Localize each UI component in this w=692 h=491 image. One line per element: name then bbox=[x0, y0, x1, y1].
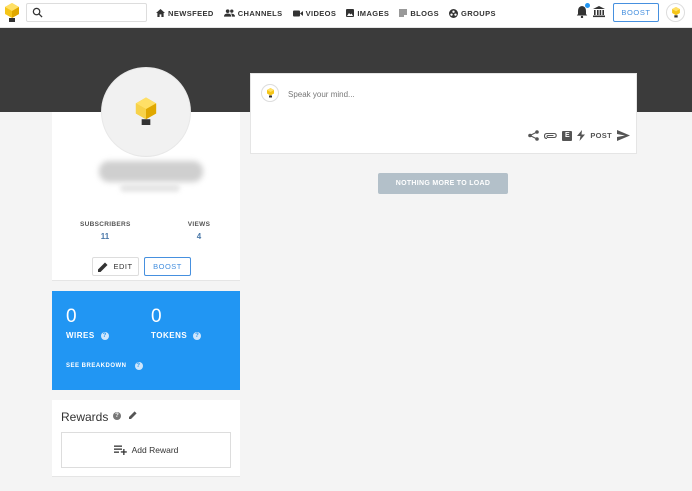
lightbulb-avatar-icon bbox=[671, 6, 680, 18]
stat-label: SUBSCRIBERS bbox=[80, 221, 131, 228]
nav-blogs-label: BLOGS bbox=[410, 8, 439, 18]
see-breakdown-label: SEE BREAKDOWN bbox=[66, 363, 127, 369]
main-nav: NEWSFEED CHANNELS VIDEOS IMAGES BLOGS GR… bbox=[156, 0, 506, 26]
send-icon bbox=[617, 130, 630, 141]
nsfw-e-icon[interactable]: E bbox=[562, 130, 573, 141]
nav-videos[interactable]: VIDEOS bbox=[292, 0, 337, 26]
lightbulb-logo-icon[interactable] bbox=[3, 2, 21, 24]
playlist-add-icon bbox=[113, 445, 127, 455]
help-icon[interactable]: ? bbox=[100, 331, 109, 340]
add-reward-label: Add Reward bbox=[131, 445, 179, 455]
help-icon[interactable]: ? bbox=[113, 412, 121, 420]
notification-dot bbox=[585, 3, 590, 8]
wallet-card: 0 WIRES ? 0 TOKENS ? SEE BREAKDOWN ? bbox=[52, 291, 240, 390]
top-bar: NEWSFEED CHANNELS VIDEOS IMAGES BLOGS GR… bbox=[0, 0, 692, 28]
channel-avatar[interactable] bbox=[101, 67, 191, 157]
post-composer: E POST bbox=[250, 73, 637, 154]
search-input[interactable] bbox=[47, 5, 143, 20]
nav-newsfeed-label: NEWSFEED bbox=[168, 8, 214, 18]
nav-channels-label: CHANNELS bbox=[237, 8, 283, 18]
add-reward-button[interactable]: Add Reward bbox=[61, 432, 231, 468]
edit-label: EDIT bbox=[113, 262, 133, 271]
stat-value: 11 bbox=[100, 232, 110, 241]
wires-value: 0 bbox=[66, 306, 77, 327]
home-icon bbox=[156, 9, 165, 17]
tokens-label-row[interactable]: TOKENS ? bbox=[151, 331, 202, 340]
nav-videos-label: VIDEOS bbox=[305, 8, 337, 18]
help-icon[interactable]: ? bbox=[134, 362, 143, 370]
lightning-icon[interactable] bbox=[577, 130, 586, 141]
tokens-value: 0 bbox=[151, 306, 162, 327]
help-icon[interactable]: ? bbox=[193, 331, 202, 340]
nav-groups[interactable]: GROUPS bbox=[449, 0, 496, 26]
lightbulb-avatar-icon bbox=[266, 88, 274, 98]
post-input[interactable] bbox=[288, 88, 618, 100]
composer-avatar bbox=[261, 84, 279, 102]
lightbulb-avatar-icon bbox=[135, 97, 157, 125]
tokens-label: TOKENS bbox=[151, 331, 188, 340]
boost-button[interactable]: BOOST bbox=[144, 257, 191, 276]
pencil-icon[interactable] bbox=[129, 411, 137, 419]
nav-blogs[interactable]: BLOGS bbox=[399, 0, 439, 26]
wires-label-row[interactable]: WIRES ? bbox=[66, 331, 109, 340]
composer-actions: E POST bbox=[528, 130, 630, 141]
stat-label: VIEWS bbox=[187, 221, 211, 228]
stat-value: 4 bbox=[196, 232, 202, 241]
attachment-icon[interactable] bbox=[544, 132, 558, 140]
post-label: POST bbox=[590, 131, 612, 140]
search-box[interactable] bbox=[26, 3, 147, 22]
channel-name-blurred bbox=[99, 161, 203, 182]
edit-button[interactable]: EDIT bbox=[92, 257, 139, 276]
post-button[interactable]: POST bbox=[590, 130, 630, 141]
see-breakdown-link[interactable]: SEE BREAKDOWN ? bbox=[66, 362, 143, 370]
nav-groups-label: GROUPS bbox=[461, 8, 496, 18]
wires-label: WIRES bbox=[66, 331, 95, 340]
channel-handle-blurred bbox=[120, 184, 180, 192]
nav-images[interactable]: IMAGES bbox=[346, 0, 389, 26]
share-icon[interactable] bbox=[528, 130, 540, 141]
people-icon bbox=[223, 9, 235, 17]
image-icon bbox=[346, 9, 355, 17]
rewards-title: Rewards bbox=[61, 410, 109, 424]
video-camera-icon bbox=[292, 10, 303, 16]
pencil-icon bbox=[98, 262, 108, 272]
nav-newsfeed[interactable]: NEWSFEED bbox=[156, 0, 214, 26]
nav-channels[interactable]: CHANNELS bbox=[223, 0, 283, 26]
text-lines-icon bbox=[399, 9, 408, 17]
stat-views[interactable]: VIEWS 4 bbox=[180, 221, 218, 241]
search-icon bbox=[32, 7, 43, 18]
rewards-card: Rewards ? Add Reward bbox=[52, 400, 240, 477]
stat-subscribers[interactable]: SUBSCRIBERS 11 bbox=[80, 221, 130, 241]
boost-button-top[interactable]: BOOST bbox=[613, 3, 659, 22]
bank-icon[interactable] bbox=[593, 5, 605, 18]
nothing-more-to-load-button[interactable]: NOTHING MORE TO LOAD bbox=[378, 173, 508, 194]
nav-images-label: IMAGES bbox=[357, 8, 390, 18]
groups-icon bbox=[449, 8, 458, 18]
user-avatar[interactable] bbox=[666, 3, 685, 22]
